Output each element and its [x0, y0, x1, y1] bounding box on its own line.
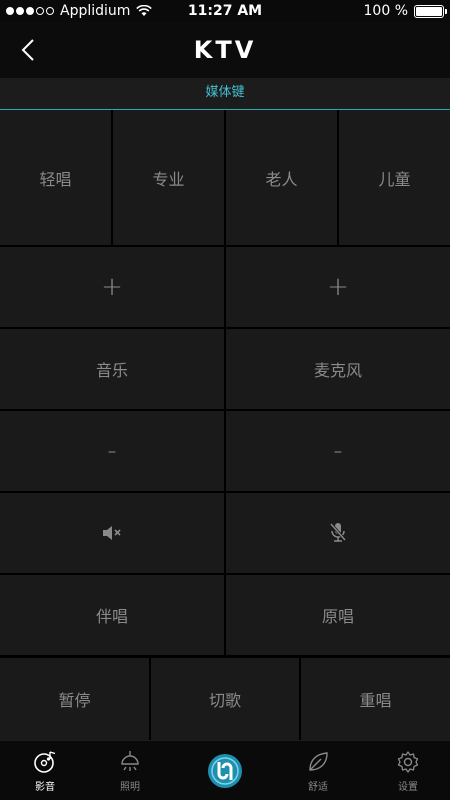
- ceiling-lamp-icon: [121, 750, 139, 771]
- mic-volume-down-button[interactable]: -: [226, 411, 450, 491]
- nav-bar: KTV: [0, 22, 450, 78]
- mode-children-button[interactable]: 儿童: [339, 110, 450, 245]
- tab-home[interactable]: [180, 741, 270, 800]
- leaf-icon: [309, 751, 328, 771]
- disc-music-icon: [34, 750, 56, 773]
- battery-percent: 100 %: [363, 3, 408, 19]
- music-volume-up-button[interactable]: +: [0, 247, 224, 327]
- brand-logo-icon: [208, 754, 242, 788]
- microphone-mute-icon: [329, 523, 347, 542]
- status-right: 100 %: [363, 3, 447, 19]
- music-mute-button[interactable]: [0, 493, 224, 573]
- mode-light-singing-button[interactable]: 轻唱: [0, 110, 111, 245]
- tab-settings[interactable]: 设置: [363, 741, 450, 800]
- tab-comfort-label: 舒适: [308, 781, 328, 793]
- speaker-mute-icon: [103, 526, 121, 540]
- mode-elderly-button[interactable]: 老人: [226, 110, 337, 245]
- gear-icon: [397, 750, 419, 773]
- control-grid: 轻唱 专业 老人 儿童 + + 音乐 麦克风 - - 伴唱 原唱 暂停 切歌 重…: [0, 110, 450, 740]
- mic-mute-button[interactable]: [226, 493, 450, 573]
- music-label: 音乐: [0, 329, 224, 409]
- media-keys-tab[interactable]: 媒体键: [0, 78, 450, 110]
- tab-lighting-label: 照明: [120, 781, 140, 793]
- next-song-button[interactable]: 切歌: [151, 658, 299, 740]
- accompaniment-button[interactable]: 伴唱: [0, 575, 224, 655]
- mic-volume-up-button[interactable]: +: [226, 247, 450, 327]
- music-volume-down-button[interactable]: -: [0, 411, 224, 491]
- replay-button[interactable]: 重唱: [301, 658, 450, 740]
- page-title: KTV: [193, 36, 257, 64]
- battery-icon: [414, 4, 447, 18]
- microphone-label: 麦克风: [226, 329, 450, 409]
- original-vocal-button[interactable]: 原唱: [226, 575, 450, 655]
- tab-media-label: 影音: [35, 781, 55, 793]
- tab-bar: 影音 照明 舒适 设置: [0, 740, 450, 800]
- mode-professional-button[interactable]: 专业: [113, 110, 224, 245]
- pause-button[interactable]: 暂停: [0, 658, 149, 740]
- tab-comfort[interactable]: 舒适: [273, 741, 363, 800]
- tab-media[interactable]: 影音: [0, 741, 90, 800]
- tab-settings-label: 设置: [398, 781, 418, 793]
- tab-lighting[interactable]: 照明: [85, 741, 175, 800]
- status-bar: Applidium 11:27 AM 100 %: [0, 0, 450, 22]
